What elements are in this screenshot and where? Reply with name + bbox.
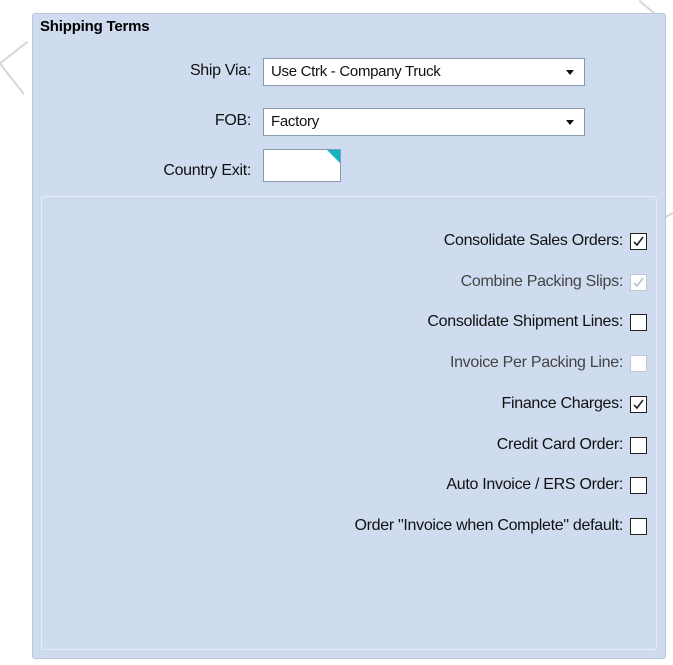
- ship-via-select[interactable]: Use Ctrk - Company Truck: [263, 58, 585, 86]
- fob-select[interactable]: Factory: [263, 108, 585, 136]
- auto-invoice-ers-order-label: Auto Invoice / ERS Order:: [446, 476, 623, 493]
- finance-charges-checkbox[interactable]: [630, 395, 647, 413]
- combine-packing-slips-row: Combine Packing Slips:: [461, 271, 647, 293]
- required-field-flag-icon: [327, 150, 340, 163]
- invoice-per-packing-line-row: Invoice Per Packing Line:: [450, 352, 647, 374]
- consolidate-shipment-lines-checkbox[interactable]: [630, 313, 647, 331]
- consolidate-sales-orders-label: Consolidate Sales Orders:: [443, 232, 624, 249]
- background-decoration: [0, 41, 29, 64]
- finance-charges-label: Finance Charges:: [501, 395, 624, 412]
- invoice-per-packing-line-checkbox: [630, 354, 647, 372]
- finance-charges-row: Finance Charges:: [501, 393, 647, 415]
- checkmark-icon: [633, 277, 644, 287]
- consolidate-shipment-lines-label: Consolidate Shipment Lines:: [427, 313, 623, 330]
- combine-packing-slips-checkbox: [630, 273, 647, 291]
- fob-value: Factory: [271, 113, 319, 130]
- auto-invoice-ers-order-row: Auto Invoice / ERS Order:: [446, 474, 647, 496]
- auto-invoice-ers-order-checkbox[interactable]: [630, 476, 647, 494]
- ship-via-value: Use Ctrk - Company Truck: [271, 63, 441, 80]
- invoice-when-complete-default-label: Order "Invoice when Complete" default:: [354, 517, 623, 534]
- invoice-per-packing-line-label: Invoice Per Packing Line:: [449, 354, 623, 371]
- consolidate-sales-orders-row: Consolidate Sales Orders:: [444, 230, 647, 252]
- combine-packing-slips-label: Combine Packing Slips:: [460, 273, 624, 290]
- fob-label: FOB:: [214, 112, 251, 129]
- country-exit-input[interactable]: [263, 149, 341, 182]
- credit-card-order-checkbox[interactable]: [630, 436, 647, 454]
- background-decoration: [0, 62, 25, 95]
- invoice-when-complete-default-checkbox[interactable]: [630, 517, 647, 535]
- consolidate-sales-orders-checkbox[interactable]: [630, 232, 647, 250]
- credit-card-order-row: Credit Card Order:: [497, 434, 647, 456]
- ship-via-label: Ship Via:: [189, 62, 251, 79]
- consolidate-shipment-lines-row: Consolidate Shipment Lines:: [427, 311, 647, 333]
- invoice-when-complete-default-row: Order "Invoice when Complete" default:: [354, 515, 647, 537]
- country-exit-label: Country Exit:: [163, 162, 251, 179]
- shipping-terms-panel: Shipping Terms Ship Via: Use Ctrk - Comp…: [32, 13, 666, 659]
- checkmark-icon: [633, 236, 644, 246]
- credit-card-order-label: Credit Card Order:: [496, 436, 624, 453]
- chevron-down-icon: [566, 120, 574, 125]
- chevron-down-icon: [566, 70, 574, 75]
- checkmark-icon: [633, 399, 644, 409]
- order-options-group: Consolidate Sales Orders: Combine Packing…: [41, 196, 657, 650]
- panel-title: Shipping Terms: [40, 18, 150, 35]
